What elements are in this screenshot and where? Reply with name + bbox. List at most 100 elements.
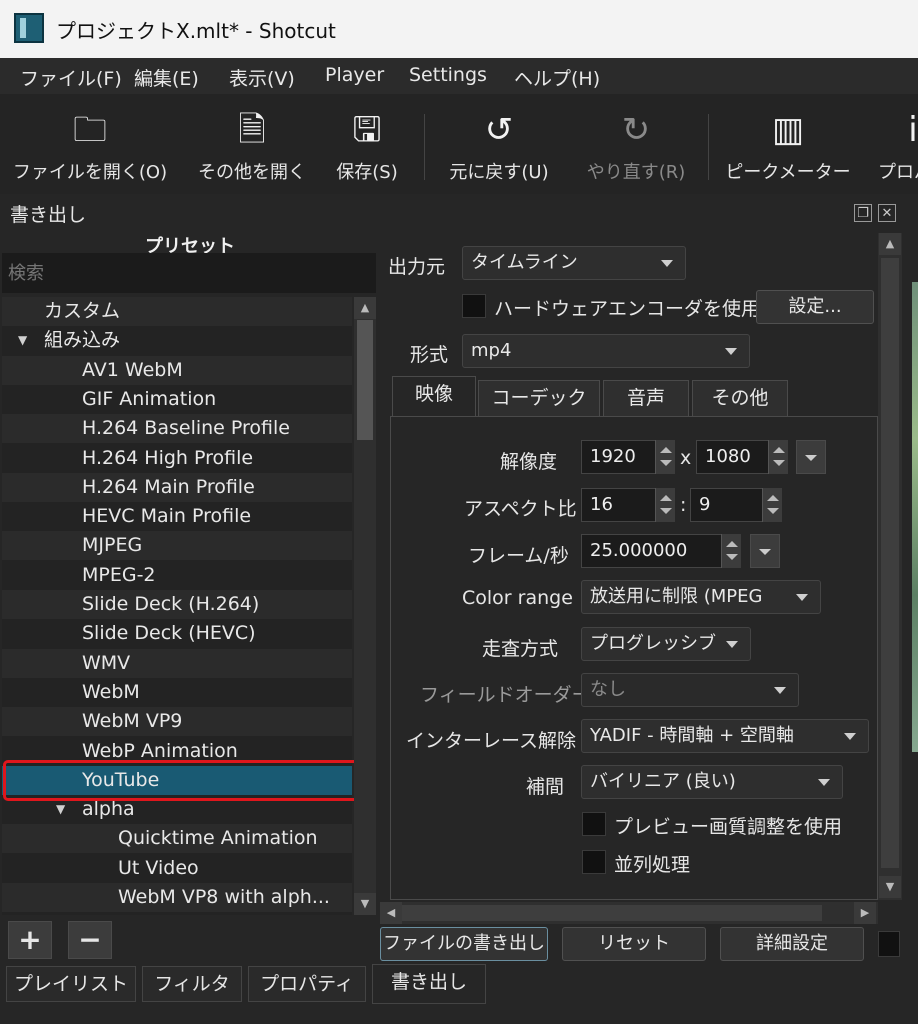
redo-button[interactable]: ↻ やり直す(R) — [578, 106, 694, 186]
preset-item[interactable]: H.264 Main Profile — [2, 473, 352, 502]
close-icon[interactable]: ✕ — [878, 204, 896, 222]
scroll-up-icon[interactable]: ▲ — [354, 297, 376, 319]
preset-scrollbar-thumb[interactable] — [357, 320, 373, 440]
scroll-down-icon[interactable]: ▼ — [354, 893, 376, 915]
preset-item[interactable]: WebM VP8 with alph... — [2, 883, 352, 912]
form-horizontal-scrollbar-thumb[interactable] — [402, 905, 822, 921]
preset-item[interactable]: GIF Animation — [2, 385, 352, 414]
menu-file[interactable]: ファイル(F) — [20, 64, 122, 91]
fps-menu-button[interactable] — [750, 534, 780, 568]
source-label: 出力元 — [388, 256, 446, 278]
menu-edit[interactable]: 編集(E) — [134, 64, 199, 91]
aspect-colon: : — [680, 494, 687, 516]
preset-item[interactable]: Quicktime Animation — [2, 824, 352, 853]
preset-item[interactable]: WMV — [2, 649, 352, 678]
width-spinner-icon[interactable] — [655, 440, 675, 474]
tab-playlist[interactable]: プレイリスト — [6, 966, 136, 1002]
form-scroll-down-icon[interactable]: ▼ — [879, 876, 901, 898]
tab-filters[interactable]: フィルタ — [142, 966, 242, 1002]
preset-item[interactable]: WebM VP9 — [2, 707, 352, 736]
fps-spinner-icon[interactable] — [721, 534, 741, 568]
video-preview-edge — [912, 282, 918, 752]
form-scroll-left-icon[interactable]: ◀ — [380, 902, 402, 924]
preset-item-label: Slide Deck (H.264) — [82, 593, 260, 615]
undock-icon[interactable]: ❐ — [854, 204, 872, 222]
hw-settings-button[interactable]: 設定... — [756, 290, 874, 324]
undo-button[interactable]: ↺ 元に戻す(U) — [440, 106, 558, 186]
preset-item-label: AV1 WebM — [82, 359, 183, 381]
preset-item-label: H.264 High Profile — [82, 447, 254, 469]
source-select[interactable]: タイムライン — [462, 246, 686, 280]
reset-button[interactable]: リセット — [562, 927, 706, 961]
preset-item[interactable]: WebM — [2, 678, 352, 707]
expand-arrow-icon[interactable]: ▼ — [18, 326, 27, 355]
form-scroll-up-icon[interactable]: ▲ — [879, 233, 901, 255]
interpolation-select[interactable]: バイリニア (良い) — [581, 765, 843, 799]
menu-help[interactable]: ヘルプ(H) — [514, 64, 600, 91]
export-file-button[interactable]: ファイルの書き出し — [380, 927, 548, 961]
preset-item-label: WebM VP9 — [82, 710, 183, 732]
parallel-checkbox[interactable] — [582, 850, 606, 874]
remove-preset-button[interactable]: − — [68, 921, 112, 959]
fps-input[interactable]: 25.000000 — [581, 534, 741, 568]
resolution-x-separator: x — [680, 447, 692, 469]
preset-item[interactable]: ▼ 組み込み — [2, 326, 352, 355]
preset-item[interactable]: AV1 WebM — [2, 356, 352, 385]
preset-item[interactable]: HEVC Main Profile — [2, 502, 352, 531]
color-range-label: Color range — [462, 587, 573, 609]
toolbar-separator — [424, 114, 425, 180]
properties-button[interactable]: i プロパ — [868, 106, 918, 186]
preset-search-input[interactable] — [2, 253, 376, 293]
export-extra-toggle[interactable] — [878, 931, 900, 957]
tab-audio[interactable]: 音声 — [603, 380, 689, 416]
preview-scaling-checkbox[interactable] — [582, 812, 606, 836]
preset-item[interactable]: MPEG-2 — [2, 561, 352, 590]
undo-label: 元に戻す(U) — [449, 162, 549, 183]
format-label: 形式 — [410, 344, 449, 366]
preset-item[interactable]: カスタム — [2, 297, 352, 326]
height-spinner-icon[interactable] — [768, 440, 788, 474]
menu-view[interactable]: 表示(V) — [229, 64, 295, 91]
scan-select[interactable]: プログレッシブ — [581, 627, 751, 661]
preset-item[interactable]: Slide Deck (H.264) — [2, 590, 352, 619]
aspect-den-spinner-icon[interactable] — [762, 488, 782, 522]
color-range-select[interactable]: 放送用に制限 (MPEG — [581, 580, 821, 614]
field-order-select[interactable]: なし — [581, 673, 799, 707]
preset-item[interactable]: Slide Deck (HEVC) — [2, 619, 352, 648]
tab-export[interactable]: 書き出し — [372, 964, 486, 1004]
open-other-button[interactable]: 🗎 その他を開く — [188, 106, 316, 186]
tab-properties[interactable]: プロパティ — [248, 966, 366, 1002]
deinterlace-select[interactable]: YADIF - 時間軸 + 空間軸 — [581, 719, 869, 753]
preset-item[interactable]: MJPEG — [2, 531, 352, 560]
preset-item-label: HEVC Main Profile — [82, 505, 252, 527]
menu-player[interactable]: Player — [325, 64, 384, 86]
form-vertical-scrollbar-thumb[interactable] — [881, 258, 899, 868]
open-file-button[interactable]: 🗀 ファイルを開く(O) — [12, 106, 168, 186]
preset-item[interactable]: Ut Video — [2, 854, 352, 883]
toolbar: 🗀 ファイルを開く(O) 🗎 その他を開く 🖫 保存(S) ↺ 元に戻す(U) … — [0, 94, 918, 194]
add-preset-button[interactable]: + — [8, 921, 52, 959]
preset-item-label: H.264 Main Profile — [82, 476, 255, 498]
aspect-num-spinner-icon[interactable] — [655, 488, 675, 522]
peak-meter-label: ピークメーター — [725, 162, 851, 183]
peak-meter-button[interactable]: ▥ ピークメーター — [724, 106, 852, 186]
shotcut-app-icon — [14, 13, 44, 43]
advanced-button[interactable]: 詳細設定 — [720, 927, 864, 961]
format-select[interactable]: mp4 — [462, 334, 750, 368]
preset-item[interactable]: H.264 High Profile — [2, 444, 352, 473]
menu-settings[interactable]: Settings — [409, 64, 487, 86]
preset-item-label: Ut Video — [118, 857, 199, 879]
preset-item[interactable]: H.264 Baseline Profile — [2, 414, 352, 443]
preset-tree[interactable]: カスタム ▼ 組み込み AV1 WebM GIF Animation H.264 Base… — [2, 297, 352, 915]
resolution-menu-button[interactable] — [796, 440, 826, 474]
tab-video[interactable]: 映像 — [392, 376, 476, 418]
info-icon: i — [908, 110, 918, 150]
hw-encoder-checkbox[interactable] — [462, 294, 486, 318]
preset-item-label: Slide Deck (HEVC) — [82, 622, 256, 644]
preset-item-label: WMV — [82, 652, 131, 674]
tab-codec[interactable]: コーデック — [478, 380, 600, 416]
save-button[interactable]: 🖫 保存(S) — [326, 106, 408, 186]
tab-other[interactable]: その他 — [692, 380, 788, 416]
form-scroll-right-icon[interactable]: ▶ — [854, 902, 876, 924]
redo-label: やり直す(R) — [586, 162, 686, 183]
